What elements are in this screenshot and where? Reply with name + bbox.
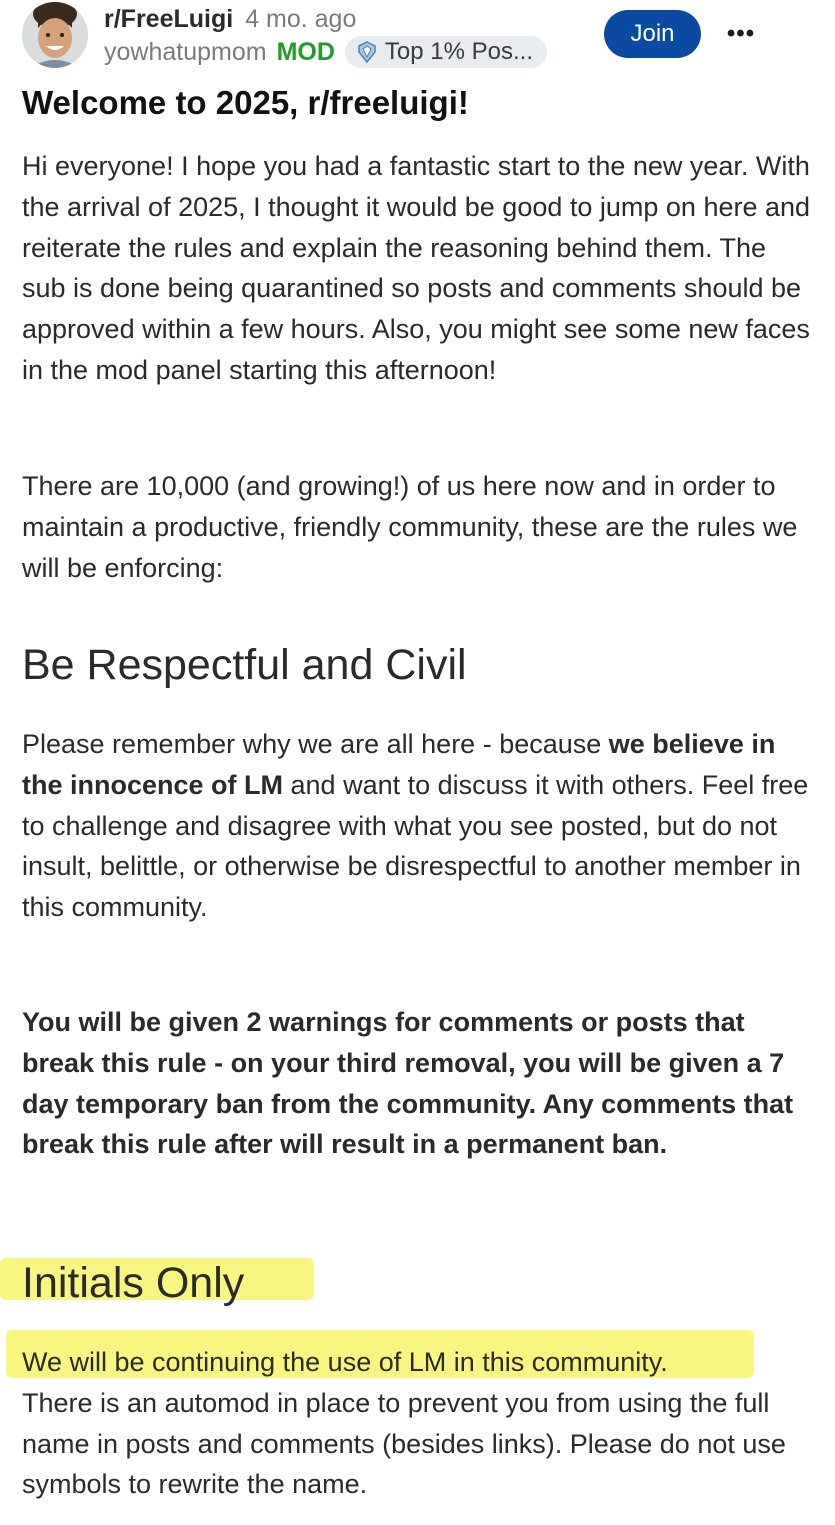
- achievement-badge-icon: [358, 41, 376, 64]
- avatar[interactable]: [22, 2, 88, 68]
- post-meta: r/FreeLuigi 4 mo. ago: [104, 4, 356, 34]
- warning-policy-paragraph: You will be given 2 warnings for comment…: [22, 1007, 794, 1160]
- intro-paragraph: Hi everyone! I hope you had a fantastic …: [22, 151, 811, 385]
- rule-initials-highlighted-sentence: We will be continuing the use of LM in t…: [22, 1347, 668, 1377]
- rule-respectful-paragraph: Please remember why we are all here - be…: [22, 724, 812, 928]
- user-flair: Top 1% Pos...: [344, 36, 547, 68]
- post-header: r/FreeLuigi 4 mo. ago yowhatupmom MOD Top…: [0, 0, 835, 80]
- rule-heading-respectful: Be Respectful and Civil: [22, 641, 467, 689]
- subreddit-name[interactable]: r/FreeLuigi: [104, 5, 233, 33]
- join-button[interactable]: Join: [604, 10, 701, 58]
- rules-intro-paragraph: There are 10,000 (and growing!) of us he…: [22, 471, 798, 583]
- author-line: yowhatupmom MOD Top 1% Pos...: [104, 36, 547, 68]
- rule-initials-text: There is an automod in place to prevent …: [22, 1387, 786, 1500]
- rule-initials-paragraph: We will be continuing the use of LM in t…: [22, 1342, 812, 1505]
- flair-label: Top 1% Pos...: [384, 38, 533, 65]
- author-username[interactable]: yowhatupmom: [104, 37, 267, 67]
- more-options-icon[interactable]: •••: [720, 14, 762, 54]
- mod-badge: MOD: [276, 38, 335, 66]
- post-age: 4 mo. ago: [245, 5, 357, 33]
- post-title: Welcome to 2025, r/freeluigi!: [22, 84, 469, 121]
- rule-respectful-text-start: Please remember why we are all here - be…: [22, 729, 609, 759]
- rule-heading-initials: Initials Only: [22, 1259, 245, 1307]
